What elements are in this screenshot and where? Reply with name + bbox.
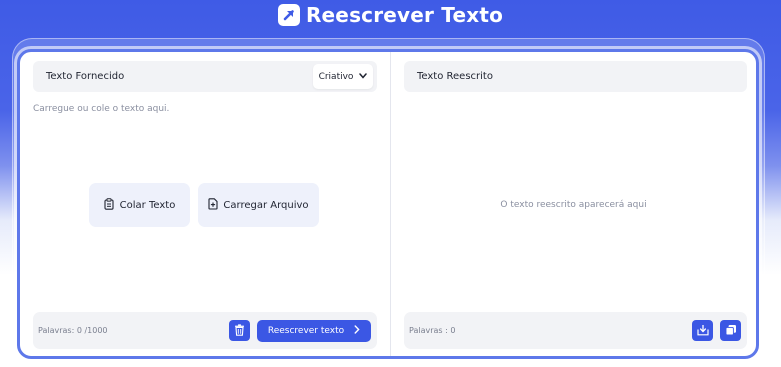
output-footer: Palavras : 0 [404, 312, 747, 349]
arrow-up-right-icon [277, 4, 300, 26]
main-card: Texto Fornecido Criativo Carregue ou col… [17, 49, 759, 359]
input-footer-actions: Reescrever texto [229, 319, 371, 342]
rewrite-text-button[interactable]: Reescrever texto [257, 319, 371, 342]
paste-text-label: Colar Texto [119, 199, 176, 211]
mode-select[interactable]: Criativo [313, 64, 373, 89]
trash-icon [234, 321, 245, 340]
mode-select-value: Criativo [318, 71, 354, 82]
input-panel-header: Texto Fornecido Criativo [33, 61, 377, 92]
output-panel-title: Texto Reescrito [417, 71, 493, 82]
chevron-right-icon [354, 324, 360, 337]
paste-text-button[interactable]: Colar Texto [89, 183, 190, 227]
file-upload-icon [208, 197, 218, 213]
input-panel-title: Texto Fornecido [46, 71, 125, 82]
input-placeholder: Carregue ou cole o texto aqui. [33, 104, 170, 114]
input-word-count: Palavras: 0 /1000 [38, 326, 108, 335]
download-button[interactable] [692, 320, 713, 341]
output-word-count: Palavras : 0 [409, 326, 456, 335]
upload-file-label: Carregar Arquivo [223, 199, 309, 211]
output-panel-header: Texto Reescrito [404, 61, 747, 92]
input-actions: Colar Texto Carregar Arquivo [89, 183, 319, 227]
app-header: Reescrever Texto [0, 0, 781, 30]
copy-icon [725, 321, 737, 340]
rewrite-text-label: Reescrever texto [267, 325, 345, 336]
input-textarea[interactable]: Carregue ou cole o texto aqui. [33, 104, 169, 114]
input-footer: Palavras: 0 /1000 Reescrever texto [33, 312, 377, 349]
input-panel: Texto Fornecido Criativo Carregue ou col… [20, 52, 391, 356]
upload-file-button[interactable]: Carregar Arquivo [198, 183, 319, 227]
clipboard-icon [104, 197, 115, 213]
download-icon [696, 321, 709, 340]
output-footer-actions [692, 320, 741, 341]
delete-button[interactable] [229, 320, 250, 341]
output-panel: Texto Reescrito O texto reescrito aparec… [391, 52, 756, 356]
app-title: Reescrever Texto [305, 3, 504, 27]
chevron-down-icon [359, 72, 368, 82]
copy-button[interactable] [720, 320, 741, 341]
output-placeholder: O texto reescrito aparecerá aqui [500, 200, 647, 210]
